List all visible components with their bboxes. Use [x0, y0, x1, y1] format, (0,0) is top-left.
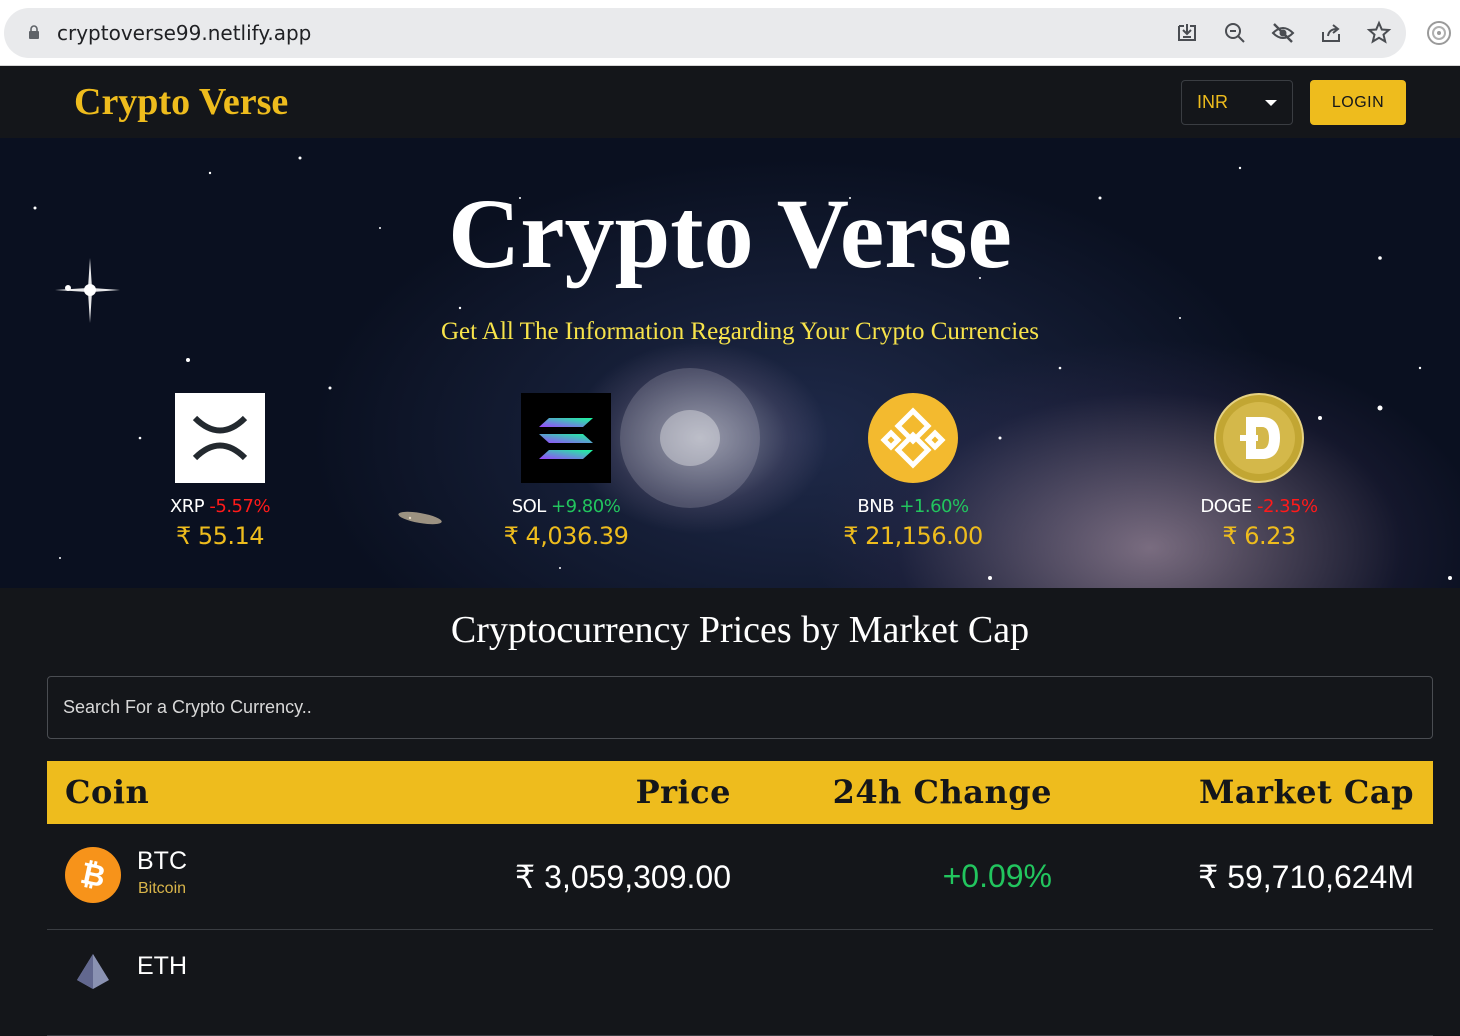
trending-coin-price: ₹ 4,036.39 — [503, 522, 629, 550]
coin-market-cap: ₹ 59,710,624M — [1197, 859, 1414, 895]
coin-symbol: BTC — [137, 847, 187, 875]
trending-coin-doge[interactable]: DOGE -2.35% ₹ 6.23 — [1159, 393, 1359, 550]
browser-toolbar: cryptoverse99.netlify.app — [0, 0, 1460, 66]
column-header-market-cap[interactable]: Market Cap — [1199, 773, 1414, 811]
coin-price: ₹ 3,059,309.00 — [514, 859, 731, 895]
ethereum-logo-icon — [77, 954, 109, 989]
column-header-coin[interactable]: Coin — [65, 773, 149, 811]
currency-select[interactable]: INR — [1181, 80, 1293, 125]
table-row[interactable]: ₿ BTC Bitcoin ₹ 3,059,309.00 +0.09% ₹ 59… — [47, 824, 1433, 930]
address-bar[interactable]: cryptoverse99.netlify.app — [4, 8, 1406, 58]
table-row[interactable]: ETH — [47, 930, 1433, 1036]
search-input[interactable] — [47, 676, 1433, 739]
trending-coin-label: SOL +9.80% — [466, 496, 666, 517]
chevron-down-icon — [1265, 100, 1277, 106]
trending-coin-price: ₹ 21,156.00 — [843, 522, 983, 550]
coin-name: Bitcoin — [138, 880, 187, 897]
trending-coin-label: XRP -5.57% — [120, 496, 320, 517]
trending-coin-change: +9.80% — [551, 496, 621, 517]
login-button[interactable]: LOGIN — [1310, 80, 1406, 125]
dogecoin-logo-icon — [1214, 393, 1304, 483]
table-header: Coin Price 24h Change Market Cap — [47, 761, 1433, 824]
currency-value: INR — [1197, 92, 1228, 112]
column-header-price[interactable]: Price — [636, 773, 731, 811]
trending-coin-sol[interactable]: SOL +9.80% ₹ 4,036.39 — [466, 393, 666, 550]
trending-coin-price: ₹ 6.23 — [1222, 522, 1296, 550]
bitcoin-logo-icon: ₿ — [65, 847, 121, 903]
lock-icon[interactable] — [28, 25, 40, 39]
hero-banner: Crypto Verse Get All The Information Reg… — [0, 138, 1460, 588]
bookmark-star-icon[interactable] — [1366, 20, 1392, 46]
trending-coin-label: BNB +1.60% — [813, 496, 1013, 517]
trending-coin-change: +1.60% — [899, 496, 969, 517]
tracking-off-icon[interactable] — [1270, 20, 1296, 46]
trending-coin-bnb[interactable]: BNB +1.60% ₹ 21,156.00 — [813, 393, 1013, 550]
trending-coin-change: -5.57% — [209, 496, 271, 517]
section-title: Cryptocurrency Prices by Market Cap — [450, 609, 1030, 651]
url-text[interactable]: cryptoverse99.netlify.app — [57, 21, 311, 45]
coin-symbol: ETH — [137, 952, 187, 980]
solana-logo-icon — [521, 393, 611, 483]
share-icon[interactable] — [1318, 20, 1344, 46]
trending-coin-price: ₹ 55.14 — [175, 522, 265, 550]
trending-coin-symbol: DOGE — [1200, 496, 1252, 517]
hero-subtitle: Get All The Information Regarding Your C… — [440, 318, 1040, 345]
install-icon[interactable] — [1174, 20, 1200, 46]
column-header-change[interactable]: 24h Change — [833, 773, 1052, 811]
coin-change: +0.09% — [942, 858, 1052, 894]
trending-coin-xrp[interactable]: XRP -5.57% ₹ 55.14 — [120, 393, 320, 550]
brand-logo[interactable]: Crypto Verse — [74, 80, 288, 124]
zoom-out-icon[interactable] — [1222, 20, 1248, 46]
trending-coin-symbol: BNB — [857, 496, 895, 517]
xrp-logo-icon — [175, 393, 265, 483]
trending-coin-symbol: SOL — [511, 496, 547, 517]
hero-title: Crypto Verse — [448, 178, 1012, 289]
app-header: Crypto Verse INR LOGIN — [0, 66, 1460, 138]
bnb-logo-icon — [868, 393, 958, 483]
trending-coin-symbol: XRP — [169, 496, 205, 517]
trending-coin-change: -2.35% — [1256, 496, 1318, 517]
trending-coin-label: DOGE -2.35% — [1159, 496, 1359, 517]
extension-icon[interactable] — [1424, 18, 1454, 48]
